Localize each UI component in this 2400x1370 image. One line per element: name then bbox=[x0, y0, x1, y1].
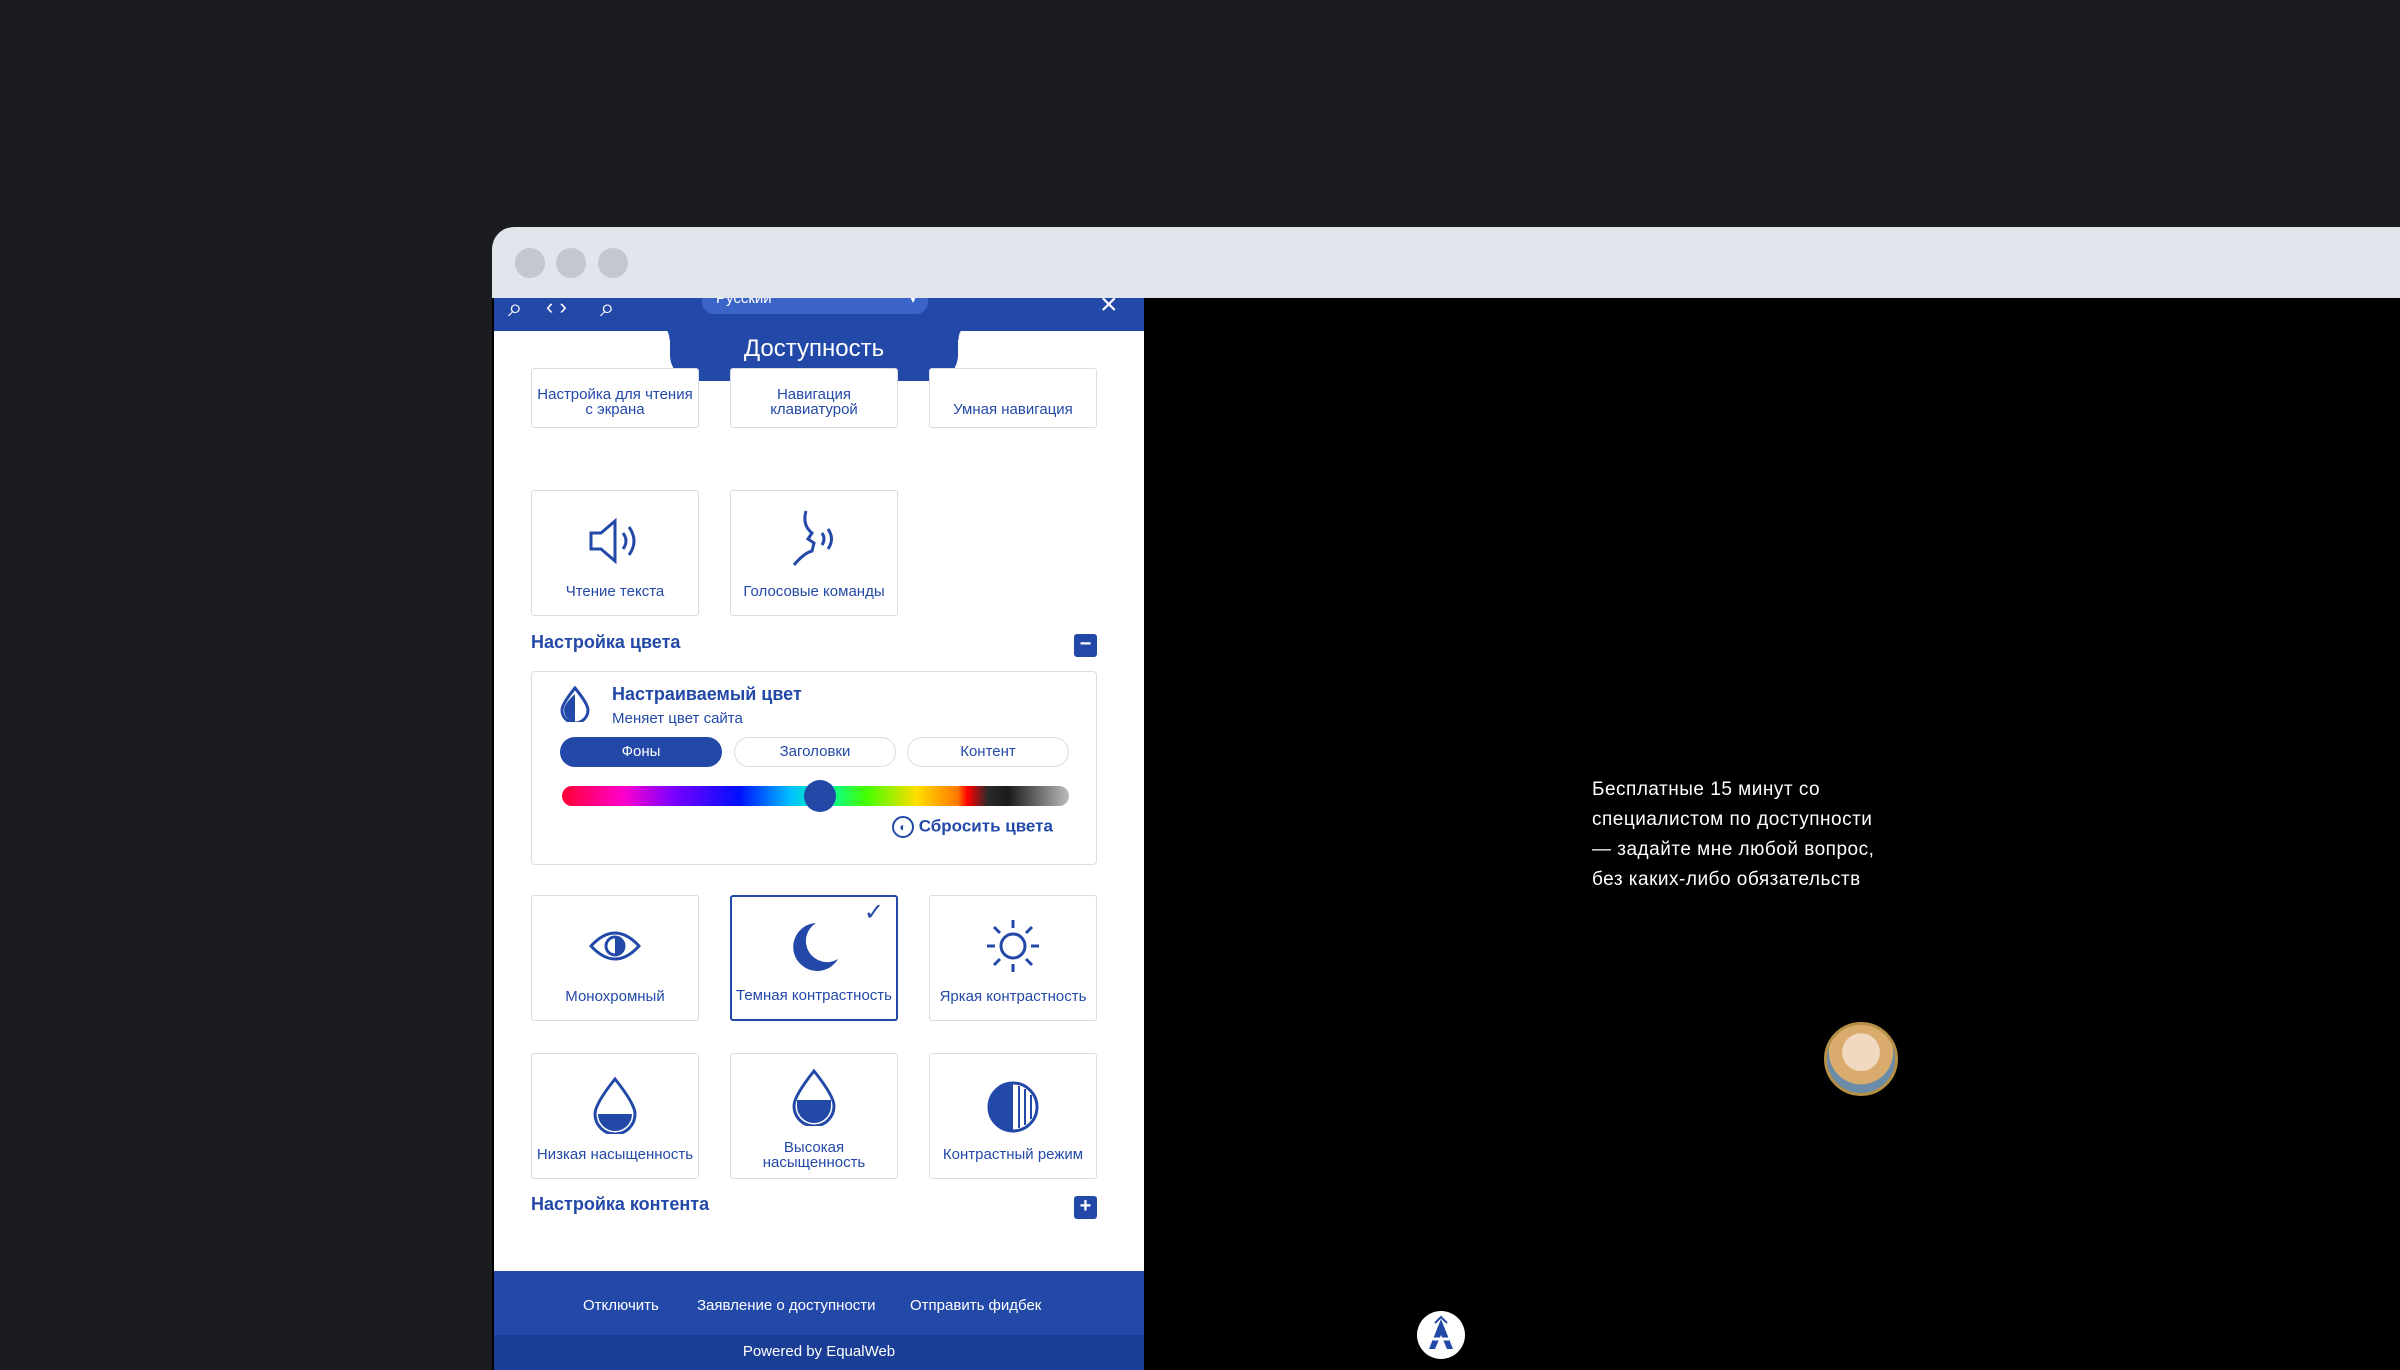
reset-label: Сбросить цвета bbox=[918, 816, 1053, 836]
tile-label: Контрастный режим bbox=[942, 1146, 1084, 1163]
color-section-title: Настройка цвета bbox=[531, 632, 681, 652]
page-viewport: ⌕ ‹ › ⌕ Русский ▾ × Доступность Настройк… bbox=[492, 298, 2400, 1370]
card-subtitle: Меняет цвет сайта bbox=[612, 710, 743, 727]
tab-content[interactable]: Контент bbox=[907, 737, 1069, 767]
tile-monochrome[interactable]: Монохромный bbox=[531, 895, 699, 1021]
contrast-icon bbox=[987, 1081, 1039, 1133]
moon-icon bbox=[793, 923, 838, 971]
title-bar bbox=[492, 227, 2400, 298]
tile-label: Настройка для чтения с экрана bbox=[537, 386, 693, 418]
tile-voice-commands[interactable]: Голосовые команды bbox=[730, 490, 898, 616]
eye-icon bbox=[589, 931, 641, 961]
drop-high-icon bbox=[792, 1068, 836, 1126]
tile-label: Монохромный bbox=[565, 988, 665, 1005]
close-window-dot[interactable] bbox=[515, 248, 545, 278]
card-title: Настраиваемый цвет bbox=[612, 684, 802, 704]
tab-backgrounds[interactable]: Фоны bbox=[560, 737, 722, 767]
maximize-window-dot[interactable] bbox=[598, 248, 628, 278]
disable-link[interactable]: Отключить bbox=[583, 1297, 659, 1314]
reset-colors-button[interactable]: ◐ Сбросить цвета bbox=[892, 816, 1053, 838]
powered-by[interactable]: Powered by EqualWeb bbox=[494, 1335, 1144, 1370]
zoom-icon[interactable]: ⌕ bbox=[600, 298, 615, 320]
accessibility-icon bbox=[1429, 1315, 1453, 1349]
tile-label: Умная навигация bbox=[953, 401, 1073, 418]
panel-footer: Отключить Заявление о доступности Отправ… bbox=[494, 1271, 1144, 1370]
tile-label: Голосовые команды bbox=[743, 583, 885, 600]
drop-low-icon bbox=[593, 1076, 637, 1134]
tile-high-saturation[interactable]: Высокая насыщенность bbox=[730, 1053, 898, 1179]
language-value: Русский bbox=[716, 298, 772, 307]
language-select[interactable]: Русский ▾ bbox=[702, 298, 928, 314]
color-slider[interactable] bbox=[562, 780, 1069, 812]
content-section-title: Настройка контента bbox=[531, 1194, 710, 1214]
check-icon: ✓ bbox=[863, 899, 884, 926]
search-icon[interactable]: ⌕ bbox=[508, 298, 523, 320]
tile-label: Яркая контрастность bbox=[939, 988, 1087, 1005]
tile-read-text[interactable]: Чтение текста bbox=[531, 490, 699, 616]
minimize-window-dot[interactable] bbox=[556, 248, 586, 278]
tile-screen-reader[interactable]: Настройка для чтения с экрана bbox=[531, 368, 699, 428]
drop-half-icon bbox=[560, 686, 590, 722]
tile-label: Низкая насыщенность bbox=[536, 1146, 694, 1163]
tile-low-saturation[interactable]: Низкая насыщенность bbox=[531, 1053, 699, 1179]
tile-keyboard-nav[interactable]: Навигация клавиатурой bbox=[730, 368, 898, 428]
accessibility-launcher-button[interactable] bbox=[1417, 1311, 1465, 1359]
feedback-link[interactable]: Отправить фидбек bbox=[910, 1297, 1041, 1314]
statement-link[interactable]: Заявление о доступности bbox=[697, 1297, 876, 1314]
nav-arrows-icon[interactable]: ‹ › bbox=[546, 298, 567, 320]
voice-head-icon bbox=[792, 510, 833, 566]
tile-smart-nav[interactable]: Умная навигация bbox=[929, 368, 1097, 428]
speaker-icon bbox=[589, 517, 636, 565]
chat-promo-text: Бесплатные 15 минут со специалистом по д… bbox=[1592, 779, 1875, 890]
sun-icon bbox=[987, 920, 1039, 972]
collapse-color-button[interactable]: − bbox=[1074, 634, 1097, 657]
tile-label: Темная контрастность bbox=[736, 987, 892, 1004]
reset-icon: ◐ bbox=[892, 816, 914, 838]
browser-window: ⌕ ‹ › ⌕ Русский ▾ × Доступность Настройк… bbox=[492, 227, 2400, 1370]
tile-dark-contrast[interactable]: ✓ Темная контрастность bbox=[730, 895, 898, 1021]
tile-contrast-mode[interactable]: Контрастный режим bbox=[929, 1053, 1097, 1179]
accessibility-panel: ⌕ ‹ › ⌕ Русский ▾ × Доступность Настройк… bbox=[494, 298, 1144, 1370]
tile-bright-contrast[interactable]: Яркая контрастность bbox=[929, 895, 1097, 1021]
chevron-down-icon: ▾ bbox=[909, 298, 916, 306]
chat-avatar[interactable] bbox=[1824, 1022, 1898, 1096]
tile-label: Навигация клавиатурой bbox=[770, 386, 858, 418]
tab-headings[interactable]: Заголовки bbox=[734, 737, 896, 767]
tile-label: Чтение текста bbox=[565, 583, 665, 600]
close-icon[interactable]: × bbox=[1100, 298, 1118, 320]
tile-label: Высокая насыщенность bbox=[762, 1139, 866, 1171]
expand-content-button[interactable]: + bbox=[1074, 1196, 1097, 1219]
custom-color-card: Настраиваемый цвет Меняет цвет сайта Фон… bbox=[531, 671, 1097, 865]
slider-handle[interactable] bbox=[804, 780, 836, 812]
